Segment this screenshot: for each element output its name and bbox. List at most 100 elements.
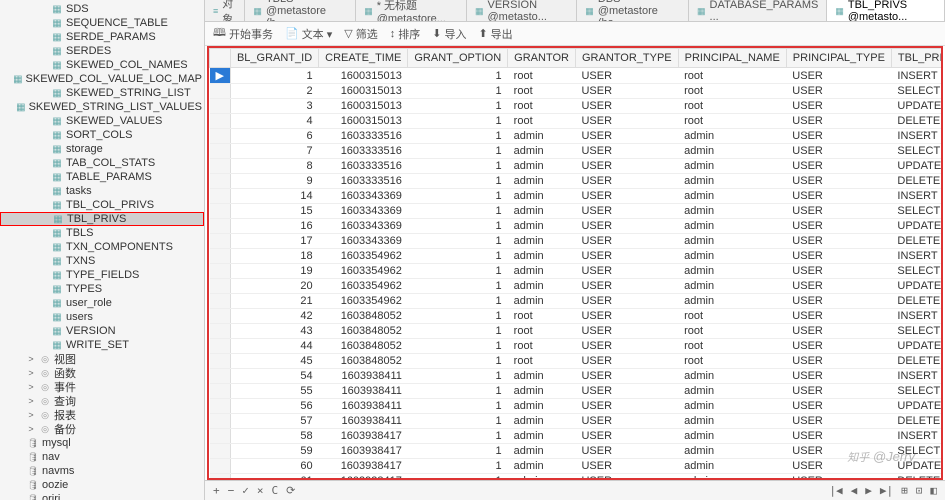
table-row[interactable]: 5916039384171adminUSERadminUSERSELECT124… xyxy=(210,444,944,459)
cell[interactable]: 1603343369 xyxy=(319,219,408,234)
cell[interactable]: INSERT xyxy=(891,429,943,444)
table-row[interactable]: 5716039384111adminUSERadminUSERDELETE124… xyxy=(210,414,944,429)
tree-item-sds[interactable]: SDS xyxy=(0,2,204,16)
tree-item-nav[interactable]: nav xyxy=(0,450,204,464)
cell[interactable]: 1600315013 xyxy=(319,99,408,114)
tree-item-tbl-col-privs[interactable]: TBL_COL_PRIVS xyxy=(0,198,204,212)
cell[interactable]: 1 xyxy=(408,68,508,84)
cell[interactable]: 1603848052 xyxy=(319,324,408,339)
table-row[interactable]: 5416039384111adminUSERadminUSERINSERT124… xyxy=(210,369,944,384)
cell[interactable]: SELECT xyxy=(891,324,943,339)
cell[interactable]: admin xyxy=(508,429,576,444)
column-header[interactable]: GRANTOR xyxy=(508,49,576,68)
cell[interactable]: 2 xyxy=(230,84,318,99)
cell[interactable]: 45 xyxy=(230,354,318,369)
cell[interactable]: admin xyxy=(508,249,576,264)
cell[interactable]: 16 xyxy=(230,219,318,234)
cell[interactable]: 1603848052 xyxy=(319,309,408,324)
sort-button[interactable]: ↕ 排序 xyxy=(390,26,421,42)
cell[interactable]: admin xyxy=(678,429,786,444)
cell[interactable]: USER xyxy=(575,279,678,294)
cell[interactable]: 1 xyxy=(408,99,508,114)
cell[interactable]: admin xyxy=(678,189,786,204)
tab[interactable]: TBLS @metastore (h... xyxy=(245,0,356,21)
tree-item-users[interactable]: users xyxy=(0,310,204,324)
cell[interactable]: USER xyxy=(575,84,678,99)
cell[interactable]: USER xyxy=(786,84,891,99)
table-row[interactable]: 5516039384111adminUSERadminUSERSELECT124… xyxy=(210,384,944,399)
object-tree[interactable]: SDSSEQUENCE_TABLESERDE_PARAMSSERDESSKEWE… xyxy=(0,0,205,500)
cell[interactable]: admin xyxy=(678,474,786,481)
cell[interactable]: 1603343369 xyxy=(319,189,408,204)
cell[interactable]: root xyxy=(508,324,576,339)
cell[interactable]: USER xyxy=(575,444,678,459)
cell[interactable]: USER xyxy=(786,444,891,459)
column-header[interactable]: GRANTOR_TYPE xyxy=(575,49,678,68)
cell[interactable]: 55 xyxy=(230,384,318,399)
nav-button[interactable]: ⊡ xyxy=(916,484,923,497)
cell[interactable]: SELECT xyxy=(891,444,943,459)
table-row[interactable]: 816033335161adminUSERadminUSERUPDATE1044… xyxy=(210,159,944,174)
table-row[interactable]: 1616033433691adminUSERadminUSERUPDATE104… xyxy=(210,219,944,234)
cell[interactable]: admin xyxy=(678,414,786,429)
cell[interactable]: SELECT xyxy=(891,84,943,99)
tab[interactable]: DBS @metastore (ha... xyxy=(577,0,689,21)
cell[interactable]: 1 xyxy=(408,249,508,264)
cell[interactable]: admin xyxy=(678,279,786,294)
cell[interactable]: USER xyxy=(575,294,678,309)
cell[interactable]: DELETE xyxy=(891,114,943,129)
cell[interactable]: 1 xyxy=(408,144,508,159)
tab[interactable]: 对象 xyxy=(205,0,245,21)
cell[interactable]: USER xyxy=(786,459,891,474)
nav-button[interactable]: C xyxy=(272,484,279,497)
tree-item--[interactable]: >视图 xyxy=(0,352,204,366)
cell[interactable]: admin xyxy=(508,219,576,234)
cell[interactable]: USER xyxy=(575,129,678,144)
cell[interactable]: 1 xyxy=(408,474,508,481)
cell[interactable]: USER xyxy=(575,414,678,429)
column-header[interactable]: BL_GRANT_ID xyxy=(230,49,318,68)
cell[interactable]: 1603938411 xyxy=(319,384,408,399)
cell[interactable]: USER xyxy=(786,234,891,249)
start-transaction-button[interactable]: 🕮 开始事务 xyxy=(213,24,273,43)
cell[interactable]: SELECT xyxy=(891,384,943,399)
cell[interactable]: USER xyxy=(786,399,891,414)
cell[interactable]: 60 xyxy=(230,459,318,474)
table-row[interactable]: 5816039384171adminUSERadminUSERINSERT124… xyxy=(210,429,944,444)
table-row[interactable]: 5616039384111adminUSERadminUSERUPDATE124… xyxy=(210,399,944,414)
table-row[interactable]: 1716033433691adminUSERadminUSERDELETE104… xyxy=(210,234,944,249)
cell[interactable]: USER xyxy=(786,114,891,129)
cell[interactable]: 18 xyxy=(230,249,318,264)
cell[interactable]: USER xyxy=(786,159,891,174)
cell[interactable]: SELECT xyxy=(891,204,943,219)
cell[interactable]: DELETE xyxy=(891,234,943,249)
cell[interactable]: root xyxy=(678,324,786,339)
cell[interactable]: 43 xyxy=(230,324,318,339)
cell[interactable]: admin xyxy=(508,474,576,481)
cell[interactable]: root xyxy=(508,354,576,369)
tree-item-serdes[interactable]: SERDES xyxy=(0,44,204,58)
cell[interactable]: 1603938411 xyxy=(319,399,408,414)
cell[interactable]: 1 xyxy=(408,384,508,399)
tree-item-tbls[interactable]: TBLS xyxy=(0,226,204,240)
cell[interactable]: USER xyxy=(575,399,678,414)
cell[interactable]: 1603354962 xyxy=(319,294,408,309)
tree-item-tbl-privs[interactable]: TBL_PRIVS xyxy=(0,212,204,226)
cell[interactable]: 57 xyxy=(230,414,318,429)
cell[interactable]: admin xyxy=(508,399,576,414)
table-row[interactable]: 4516038480521rootUSERrootUSERDELETE12151 xyxy=(210,354,944,369)
cell[interactable]: UPDATE xyxy=(891,279,943,294)
cell[interactable]: INSERT xyxy=(891,369,943,384)
cell[interactable]: 1603333516 xyxy=(319,144,408,159)
cell[interactable]: admin xyxy=(678,444,786,459)
table-row[interactable]: ▶116003150131rootUSERrootUSERINSERT4331 xyxy=(210,68,944,84)
cell[interactable]: USER xyxy=(575,189,678,204)
cell[interactable]: USER xyxy=(575,474,678,481)
table-row[interactable]: 2116033549621adminUSERadminUSERDELETE105… xyxy=(210,294,944,309)
cell[interactable]: USER xyxy=(575,99,678,114)
cell[interactable]: admin xyxy=(678,204,786,219)
tree-item-user-role[interactable]: user_role xyxy=(0,296,204,310)
cell[interactable]: admin xyxy=(678,294,786,309)
cell[interactable]: USER xyxy=(575,219,678,234)
nav-button[interactable]: ▶| xyxy=(880,484,893,497)
